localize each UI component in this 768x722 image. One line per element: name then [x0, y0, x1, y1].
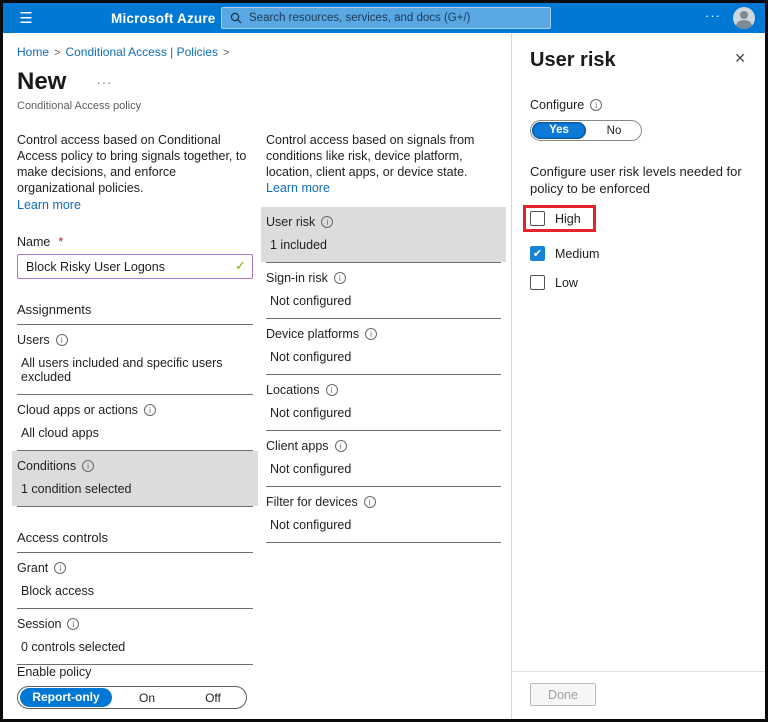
page-subtitle: Conditional Access policy: [17, 100, 142, 112]
info-icon[interactable]: i: [143, 404, 156, 416]
session-field: Session i 0 controls selected: [17, 609, 253, 664]
user-risk-panel: User risk ✕ Configure i Yes No Configure …: [511, 33, 765, 719]
low-checkbox-label[interactable]: Low: [555, 276, 578, 290]
avatar-head: [740, 11, 748, 19]
info-icon[interactable]: i: [55, 334, 68, 346]
info-icon[interactable]: i: [325, 384, 338, 396]
checkbox-row-high[interactable]: High: [530, 211, 581, 227]
info-icon[interactable]: i: [333, 272, 346, 284]
annotation-highlight-box: High: [523, 205, 596, 233]
breadcrumb-home-link[interactable]: Home: [17, 45, 49, 59]
breadcrumb-separator: >: [222, 47, 230, 59]
medium-checkbox-label[interactable]: Medium: [555, 247, 599, 261]
condition-device-platforms[interactable]: Device platforms i Not configured: [266, 319, 501, 374]
topbar-more-icon[interactable]: ···: [705, 8, 721, 29]
info-icon[interactable]: i: [82, 460, 95, 472]
panel-footer: Done: [512, 671, 765, 719]
enable-policy-toggle: Report-only On Off: [17, 686, 247, 709]
risk-levels-description: Configure user risk levels needed for po…: [530, 164, 742, 197]
learn-more-link[interactable]: Learn more: [266, 181, 330, 195]
info-icon[interactable]: i: [67, 618, 80, 630]
configure-label: Configure i: [530, 98, 748, 112]
toggle-no[interactable]: No: [587, 125, 641, 137]
grant-field: Grant i Block access: [17, 553, 253, 608]
checkbox-row-low[interactable]: Low: [530, 275, 748, 291]
info-icon[interactable]: i: [590, 99, 603, 111]
policy-name-input[interactable]: [17, 254, 253, 279]
sign-in-risk-value-link[interactable]: Not configured: [270, 294, 501, 308]
breadcrumb-policies-link[interactable]: Conditional Access | Policies: [65, 45, 218, 59]
policy-form-column: Control access based on Conditional Acce…: [12, 132, 258, 711]
client-apps-value-link[interactable]: Not configured: [270, 462, 501, 476]
high-checkbox[interactable]: [530, 211, 545, 227]
conditions-value-link[interactable]: 1 condition selected: [21, 482, 253, 496]
condition-client-apps[interactable]: Client apps i Not configured: [266, 431, 501, 486]
policy-intro-text: Control access based on Conditional Acce…: [17, 132, 253, 213]
user-risk-value-link[interactable]: 1 included: [270, 238, 501, 252]
brand-title[interactable]: Microsoft Azure: [111, 11, 216, 26]
hamburger-menu-icon[interactable]: ☰: [3, 9, 49, 27]
medium-checkbox[interactable]: ✔: [530, 246, 545, 262]
info-icon[interactable]: i: [365, 328, 378, 340]
checkbox-row-medium[interactable]: ✔ Medium: [530, 246, 748, 262]
learn-more-link[interactable]: Learn more: [17, 197, 253, 213]
toggle-on[interactable]: On: [114, 691, 180, 705]
configure-toggle: Yes No: [530, 120, 642, 141]
device-platforms-value-link[interactable]: Not configured: [270, 350, 501, 364]
session-value-link[interactable]: 0 controls selected: [21, 640, 253, 654]
info-icon[interactable]: i: [321, 216, 334, 228]
low-checkbox[interactable]: [530, 275, 545, 291]
page-more-icon[interactable]: ···: [96, 75, 112, 90]
access-controls-header: Access controls: [17, 530, 253, 553]
page-title: New: [17, 68, 67, 95]
info-icon[interactable]: i: [54, 562, 67, 574]
users-field: Users i All users included and specific u…: [17, 325, 253, 394]
info-icon[interactable]: i: [334, 440, 347, 452]
enable-policy-section: Enable policy Report-only On Off Create: [17, 665, 253, 719]
info-icon[interactable]: i: [363, 496, 376, 508]
policy-editor: Home > Conditional Access | Policies > New …: [3, 33, 511, 719]
enable-policy-label: Enable policy: [17, 665, 92, 679]
locations-value-link[interactable]: Not configured: [270, 406, 501, 420]
condition-user-risk-selected[interactable]: User risk i 1 included: [261, 207, 506, 262]
divider: [17, 506, 253, 507]
conditions-list: User risk i 1 included Sign-in risk i Not …: [261, 207, 506, 543]
breadcrumb-separator: >: [54, 47, 61, 59]
grant-value-link[interactable]: Block access: [21, 584, 253, 598]
search-input[interactable]: [249, 12, 542, 24]
done-button[interactable]: Done: [530, 683, 596, 706]
condition-locations[interactable]: Locations i Not configured: [266, 375, 501, 430]
name-label: Name *: [17, 235, 64, 249]
close-icon[interactable]: ✕: [730, 49, 750, 67]
search-icon: [230, 12, 242, 24]
azure-portal-window: ☰ Microsoft Azure ··· Home > Conditional A…: [0, 0, 768, 722]
condition-filter-for-devices[interactable]: Filter for devices i Not configured: [266, 487, 501, 542]
cloud-apps-field: Cloud apps or actions i All cloud apps: [17, 395, 253, 450]
required-asterisk: *: [58, 235, 64, 249]
cloud-apps-value-link[interactable]: All cloud apps: [21, 426, 253, 440]
check-icon: ✔: [532, 248, 543, 261]
validation-check-icon: ✓: [235, 258, 246, 273]
top-bar: ☰ Microsoft Azure ···: [3, 3, 765, 33]
conditions-intro-text: Control access based on signals from con…: [266, 133, 475, 195]
divider: [266, 542, 501, 543]
conditions-column: Control access based on signals from con…: [261, 132, 506, 711]
breadcrumb: Home > Conditional Access | Policies >: [17, 45, 501, 59]
toggle-off[interactable]: Off: [180, 691, 246, 705]
users-value-link[interactable]: All users included and specific users ex…: [21, 356, 253, 384]
toggle-report-only[interactable]: Report-only: [20, 688, 112, 707]
filter-for-devices-value-link[interactable]: Not configured: [270, 518, 501, 532]
toggle-yes[interactable]: Yes: [532, 122, 586, 139]
conditions-field-selected[interactable]: Conditions i 1 condition selected: [12, 451, 258, 506]
avatar[interactable]: [733, 7, 755, 29]
condition-sign-in-risk[interactable]: Sign-in risk i Not configured: [266, 263, 501, 318]
avatar-body: [736, 20, 752, 29]
global-search[interactable]: [221, 7, 551, 29]
panel-title: User risk: [530, 49, 616, 71]
high-checkbox-label[interactable]: High: [555, 212, 581, 226]
assignments-header: Assignments: [17, 302, 253, 325]
